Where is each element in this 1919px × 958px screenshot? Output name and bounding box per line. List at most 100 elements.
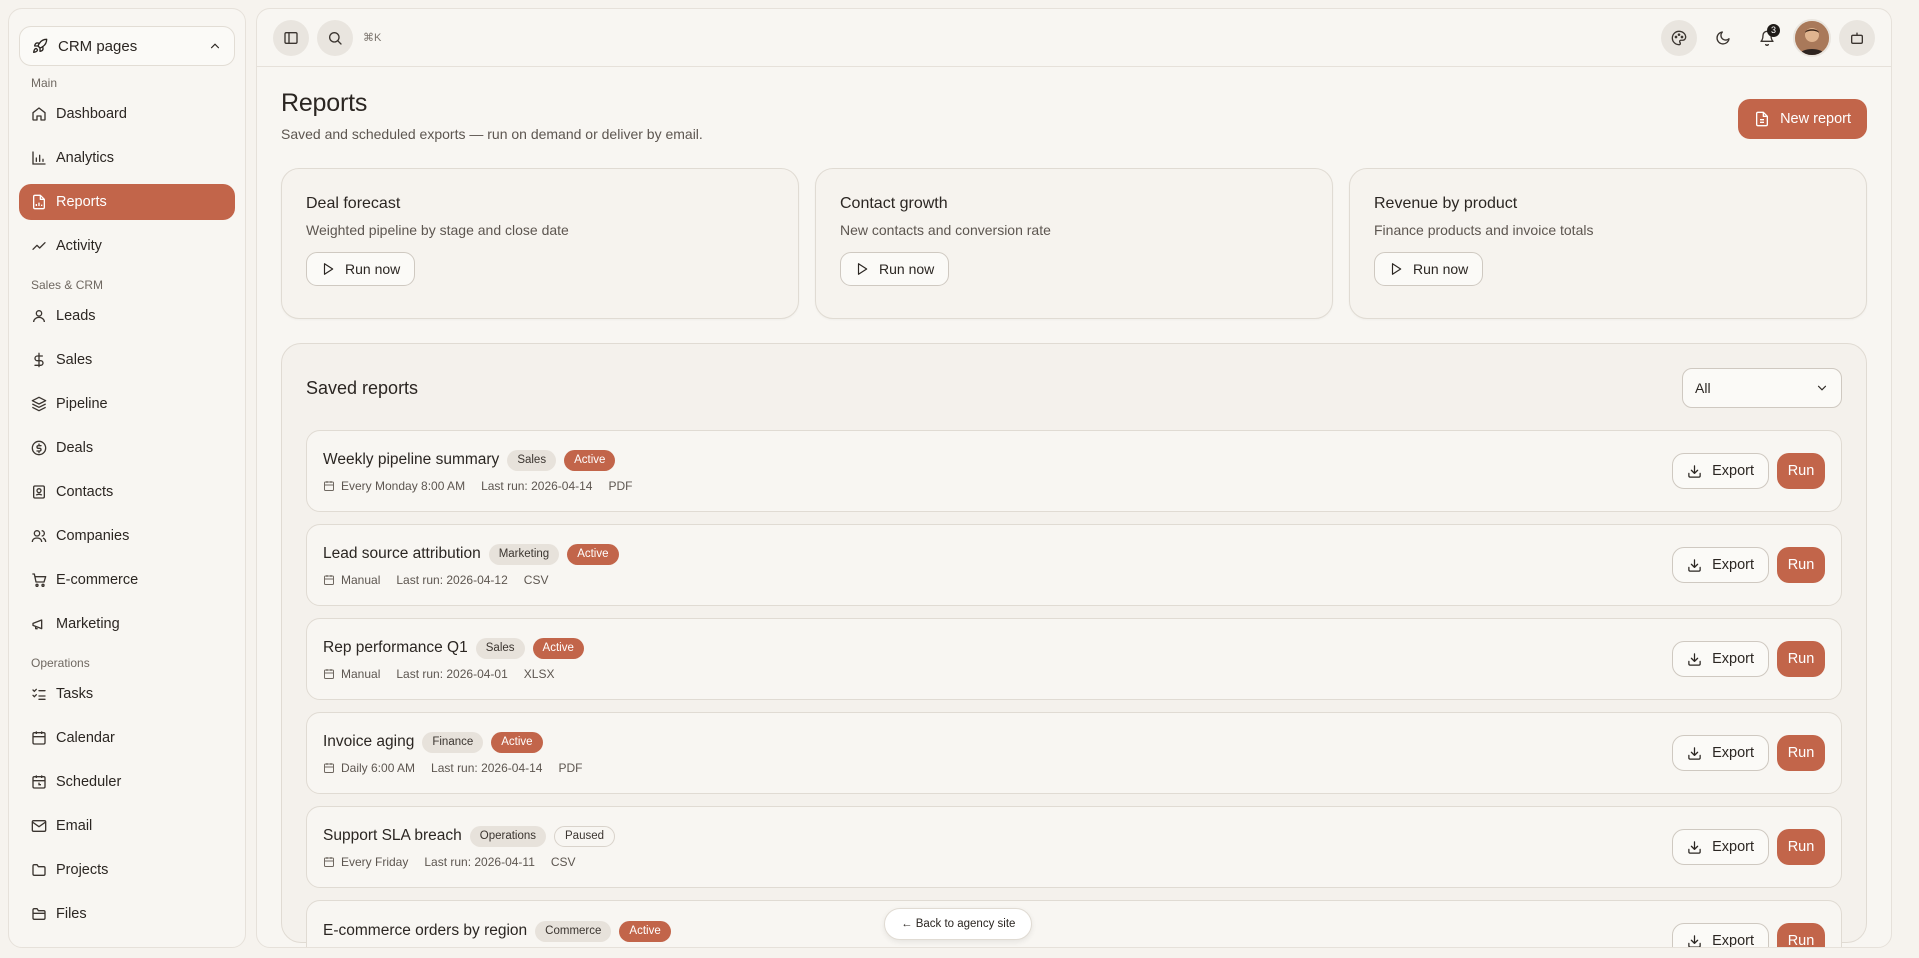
mail-icon: [31, 818, 47, 834]
theme-palette-button[interactable]: [1661, 19, 1697, 56]
toggle-sidebar-button[interactable]: [273, 19, 309, 56]
download-icon: [1687, 652, 1702, 667]
run-button[interactable]: Run: [1777, 453, 1825, 489]
table-row: Support SLA breach Operations Paused Eve…: [306, 806, 1842, 888]
file-plus-icon: [1754, 111, 1770, 127]
category-tag: Sales: [507, 449, 557, 471]
sidebar-item-activity[interactable]: Activity: [19, 228, 235, 264]
folder-open-icon: [31, 906, 47, 922]
sidebar-item-label: Tasks: [56, 686, 94, 702]
sidebar-item-scheduler[interactable]: Scheduler: [19, 764, 235, 800]
report-last-run: Last run: 2026-04-01: [396, 666, 508, 681]
quick-card-revenue-by-product: Revenue by product Finance products and …: [1349, 168, 1867, 319]
category-tag: Sales: [475, 637, 525, 659]
run-button[interactable]: Run: [1777, 829, 1825, 865]
sidebar-item-files[interactable]: Files: [19, 896, 235, 932]
export-label: Export: [1712, 933, 1754, 948]
export-button[interactable]: Export: [1672, 923, 1769, 948]
filter-value: All: [1695, 380, 1711, 396]
run-now-button[interactable]: Run now: [1374, 252, 1484, 286]
export-button[interactable]: Export: [1672, 453, 1769, 489]
sidebar-item-contacts[interactable]: Contacts: [19, 474, 235, 510]
run-now-button[interactable]: Run now: [840, 252, 950, 286]
sidebar-item-calendar[interactable]: Calendar: [19, 720, 235, 756]
report-format: CSV: [550, 854, 576, 869]
export-label: Export: [1712, 557, 1754, 573]
calendar-icon: [323, 480, 335, 492]
sidebar-item-sales[interactable]: Sales: [19, 342, 235, 378]
download-icon: [1687, 746, 1702, 761]
report-name: Weekly pipeline summary: [323, 451, 500, 468]
export-button[interactable]: Export: [1672, 735, 1769, 771]
status-filter-select[interactable]: All: [1682, 368, 1842, 408]
palette-icon: [1671, 30, 1687, 46]
sidebar-item-deals[interactable]: Deals: [19, 430, 235, 466]
dark-mode-toggle[interactable]: [1705, 20, 1741, 56]
workspace-switcher[interactable]: CRM pages: [19, 26, 235, 66]
sidebar-item-leads[interactable]: Leads: [19, 298, 235, 334]
report-schedule: Manual: [341, 666, 381, 681]
report-schedule: Manual: [341, 572, 381, 587]
run-button[interactable]: Run: [1777, 641, 1825, 677]
moon-icon: [1715, 30, 1731, 46]
report-last-run: Last run: 2026-04-12: [396, 572, 508, 587]
sidebar-item-label: Marketing: [56, 616, 120, 632]
card-title: Revenue by product: [1374, 195, 1518, 212]
sidebar-item-reports[interactable]: Reports: [19, 184, 235, 220]
sidebar-item-analytics[interactable]: Analytics: [19, 140, 235, 176]
run-now-button[interactable]: Run now: [306, 252, 416, 286]
status-badge: Paused: [554, 825, 616, 847]
home-icon: [31, 106, 47, 122]
run-button[interactable]: Run: [1777, 547, 1825, 583]
page-subtitle: Saved and scheduled exports — run on dem…: [281, 126, 703, 142]
new-report-label: New report: [1780, 111, 1851, 127]
cart-icon: [31, 572, 47, 588]
sidebar-item-label: Calendar: [56, 730, 115, 746]
sidebar-item-label: Email: [56, 818, 93, 834]
category-tag: Commerce: [535, 920, 612, 942]
sidebar-item-email[interactable]: Email: [19, 808, 235, 844]
calendar-icon: [323, 668, 335, 680]
run-button[interactable]: Run: [1777, 923, 1825, 947]
export-button[interactable]: Export: [1672, 829, 1769, 865]
report-last-run: Last run: 2026-04-11: [424, 854, 535, 869]
export-button[interactable]: Export: [1672, 641, 1769, 677]
calendar-icon: [323, 762, 335, 774]
report-schedule: Every Monday 8:00 AM: [341, 478, 466, 493]
sidebar-item-projects[interactable]: Projects: [19, 852, 235, 888]
calendar-icon: [323, 856, 335, 868]
status-badge: Active: [567, 543, 619, 565]
assistant-button[interactable]: [1839, 19, 1875, 56]
sidebar-item-companies[interactable]: Companies: [19, 518, 235, 554]
sidebar-item-marketing[interactable]: Marketing: [19, 606, 235, 642]
sidebar-item-dashboard[interactable]: Dashboard: [19, 96, 235, 132]
search-button[interactable]: [317, 19, 353, 56]
run-now-label: Run now: [1413, 261, 1469, 277]
avatar[interactable]: [1793, 18, 1831, 57]
table-row: Weekly pipeline summary Sales Active Eve…: [306, 430, 1842, 512]
sidebar-item-pipeline[interactable]: Pipeline: [19, 386, 235, 422]
back-to-agency-link[interactable]: ← Back to agency site: [884, 908, 1033, 940]
file-chart-icon: [31, 194, 47, 210]
card-description: Finance products and invoice totals: [1374, 222, 1594, 238]
sidebar-item-tasks[interactable]: Tasks: [19, 676, 235, 712]
run-button[interactable]: Run: [1777, 735, 1825, 771]
bar-chart-icon: [31, 150, 47, 166]
sidebar-item-e-commerce[interactable]: E-commerce: [19, 562, 235, 598]
status-badge: Active: [491, 731, 543, 753]
contact-book-icon: [31, 484, 47, 500]
new-report-button[interactable]: New report: [1738, 99, 1867, 139]
nav-section-title: Main: [31, 76, 58, 90]
report-name: Invoice aging: [323, 733, 415, 750]
notifications-button[interactable]: 3: [1749, 20, 1785, 56]
run-now-label: Run now: [345, 261, 401, 277]
export-button[interactable]: Export: [1672, 547, 1769, 583]
report-schedule: Every Friday: [341, 854, 409, 869]
activity-icon: [31, 238, 47, 254]
sidebar-item-label: Projects: [56, 862, 109, 878]
sidebar-item-label: Files: [56, 906, 87, 922]
sidebar-item-label: Analytics: [56, 150, 115, 166]
calendar-icon: [323, 574, 335, 586]
report-format: PDF: [608, 478, 633, 493]
run-now-label: Run now: [879, 261, 935, 277]
